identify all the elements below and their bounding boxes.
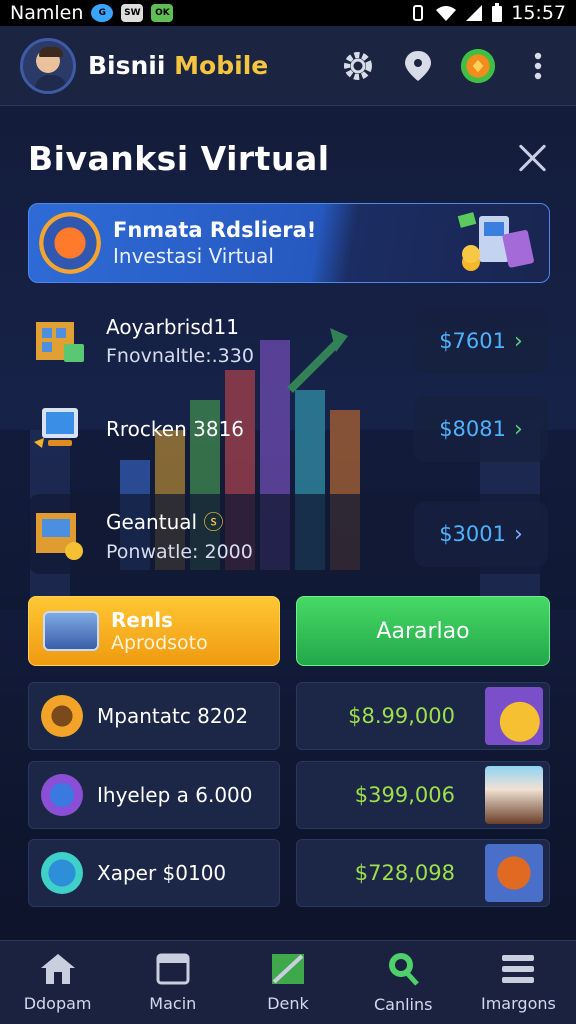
gear-icon [344,51,372,80]
rent-button-subtitle: Aprodsoto [111,632,208,654]
list-item[interactable]: Mpantatc 8202 $8.99,000 [28,682,550,750]
investment-name: Geantual ⓢ [106,509,224,534]
leaf-coin-icon [41,695,83,737]
nav-item-search[interactable]: Canlins [346,941,461,1024]
clock: 15:57 [511,2,566,24]
rent-button[interactable]: Renls Aprodsoto [28,596,280,666]
nav-item-window[interactable]: Macin [115,941,230,1024]
app-bar: Bisnii Mobile [0,26,576,106]
list-item-label: Ihyelep a 6.000 [97,783,253,807]
nav-label: Imargons [481,994,556,1013]
investment-row[interactable]: Aoyarbrisd11 Fnovnaltle:.330 $7601 › [28,304,548,378]
tablet-icon [34,408,78,448]
page-title: Bivanksi Virtual [28,138,330,178]
investment-price-button[interactable]: $3001 › [414,501,548,567]
nav-item-menu[interactable]: Imargons [461,941,576,1024]
window-icon [156,953,190,985]
close-button[interactable] [516,142,548,174]
list-item-amount: $399,006 [354,783,455,807]
settings-button[interactable] [340,48,376,84]
nav-item-chart[interactable]: Denk [230,941,345,1024]
nav-label: Canlins [373,995,433,1014]
investment-row[interactable]: Geantual ⓢ Ponwatle: 2000 $3001 › [28,497,548,571]
signal-icon [466,5,483,21]
investment-subtitle: Fnovnaltle:.330 [106,345,254,367]
building-icon [36,322,84,362]
search-icon [389,953,420,986]
chevron-right-icon: › [514,416,523,442]
coin-thumbnail [485,844,543,902]
investment-subtitle: Ponwatle: 2000 [106,540,253,563]
location-button[interactable] [400,48,436,84]
investment-price: $7601 [439,329,506,353]
coins-thumbnail [485,687,543,745]
wifi-icon [436,6,457,21]
investment-name: Aoyarbrisd11 [106,315,239,339]
list-item-label: Xaper $0100 [97,861,227,885]
chevron-right-icon: › [514,328,523,354]
investment-row[interactable]: Rrocken 3816 $8081 › [28,392,548,466]
investment-price-button[interactable]: $7601 › [414,308,548,374]
shop-box-icon [36,513,83,560]
avatar[interactable] [20,37,76,94]
card-icon [43,611,99,651]
nav-label: Ddopam [23,994,92,1013]
map-pin-icon [405,50,431,81]
carrier-label: Namlen [10,2,84,24]
rewards-button[interactable] [460,48,496,84]
app-notification-icon: OK [151,4,174,22]
primary-action-button[interactable]: Aararlao [296,596,550,666]
coin-badge-icon [460,48,496,83]
nav-item-home[interactable]: Ddopam [0,941,115,1024]
person-thumbnail [485,766,543,824]
app-title-accent: Mobile [174,51,269,80]
home-icon [40,954,75,984]
check-badge-icon [41,852,83,894]
page-header: Bivanksi Virtual [28,136,548,180]
banner-subtitle: Investasi Virtual [113,244,274,268]
list-item-amount: $728,098 [354,861,455,885]
investment-name: Rrocken 3816 [106,417,245,441]
investment-price-button[interactable]: $8081 › [414,396,548,462]
rent-button-title: Renls [111,608,173,632]
list-item-amount: $8.99,000 [348,704,455,728]
target-badge-icon [39,212,101,274]
app-title-main: Bisnii [88,51,166,80]
more-options-button[interactable] [520,48,556,84]
investment-price: $3001 [439,522,506,546]
action-buttons: Renls Aprodsoto Aararlao [28,596,550,666]
shop-illustration-icon [457,212,534,271]
list-item[interactable]: Xaper $0100 $728,098 [28,839,550,907]
promo-banner[interactable]: Fnmata Rdsliera! Investasi Virtual [28,203,550,283]
nav-label: Denk [267,994,309,1013]
chevron-right-icon: › [514,521,523,547]
list-item[interactable]: Ihyelep a 6.000 $399,006 [28,761,550,829]
menu-icon [502,955,535,983]
more-vert-icon [534,52,542,79]
list-item-label: Mpantatc 8202 [97,704,249,728]
bottom-navigation: Ddopam Macin Denk Canlins Imargons [0,940,576,1024]
status-bar: Namlen G SW OK 15:57 [0,0,576,26]
vibrate-icon [413,5,424,21]
nav-label: Macin [149,994,197,1013]
investment-price: $8081 [439,417,506,441]
app-notification-icon: SW [121,4,144,22]
banner-title: Fnmata Rdsliera! [113,218,317,242]
app-title: Bisnii Mobile [88,51,340,80]
chart-icon [272,954,304,984]
compass-icon [41,774,83,816]
app-notification-icon: G [91,4,114,22]
battery-icon [492,3,503,22]
